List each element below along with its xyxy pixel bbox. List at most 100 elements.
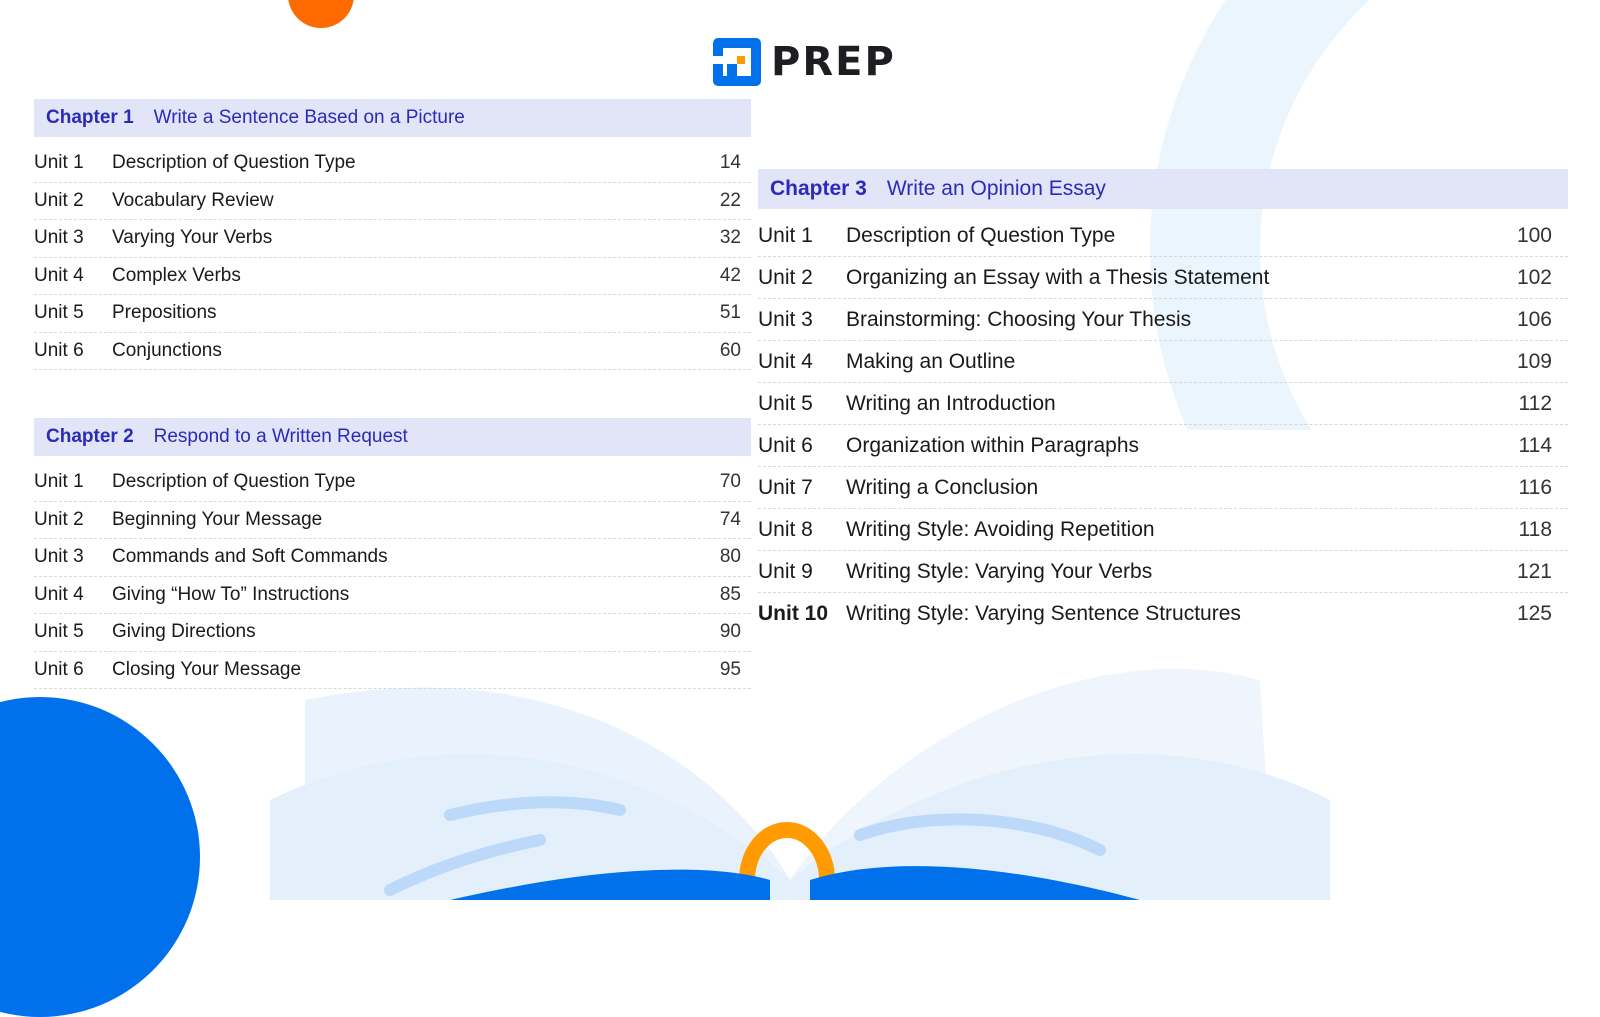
toc-row[interactable]: Unit 2 Organizing an Essay with a Thesis … <box>758 257 1568 299</box>
chapter-title: Respond to a Written Request <box>153 426 408 447</box>
prep-logo-icon <box>713 38 761 86</box>
toc-row[interactable]: Unit 4 Giving “How To” Instructions 85 <box>34 577 751 614</box>
decorative-blue-circle <box>0 697 200 1017</box>
toc-row[interactable]: Unit 3 Brainstorming: Choosing Your Thesi… <box>758 299 1568 341</box>
chapter-header: Chapter 2 Respond to a Written Request <box>34 418 751 456</box>
unit-label: Unit 1 <box>34 152 84 174</box>
page-number: 109 <box>1516 349 1552 373</box>
unit-label: Unit 2 <box>34 508 84 530</box>
unit-label: Unit 2 <box>758 265 813 289</box>
unit-label: Unit 4 <box>34 264 84 286</box>
toc-row[interactable]: Unit 5 Giving Directions 90 <box>34 614 751 652</box>
unit-title: Organizing an Essay with a Thesis Statem… <box>846 265 1270 289</box>
page-number: 106 <box>1516 307 1552 331</box>
unit-title: Commands and Soft Commands <box>112 546 388 568</box>
unit-title: Writing an Introduction <box>846 391 1056 415</box>
chapter-header: Chapter 3 Write an Opinion Essay <box>758 169 1568 209</box>
toc-row[interactable]: Unit 3 Commands and Soft Commands 80 <box>34 539 751 577</box>
toc-row[interactable]: Unit 1 Description of Question Type 100 <box>758 215 1568 257</box>
toc-row[interactable]: Unit 4 Making an Outline 109 <box>758 341 1568 383</box>
unit-label: Unit 7 <box>758 475 813 499</box>
unit-title: Beginning Your Message <box>112 508 323 530</box>
chapter-label: Chapter 1 <box>46 107 134 128</box>
page-number: 70 <box>719 471 741 493</box>
page-number: 100 <box>1516 223 1552 247</box>
unit-title: Closing Your Message <box>112 658 302 680</box>
unit-label: Unit 10 <box>758 601 829 625</box>
toc-row[interactable]: Unit 3 Varying Your Verbs 32 <box>34 220 751 258</box>
page-number: 74 <box>719 508 741 530</box>
page-number: 22 <box>719 189 741 211</box>
chapter-2-section: Chapter 2 Respond to a Written Request U… <box>34 418 751 689</box>
toc-row[interactable]: Unit 7 Writing a Conclusion 116 <box>758 467 1568 509</box>
unit-label: Unit 6 <box>34 339 84 361</box>
page-number: 118 <box>1518 517 1552 541</box>
page-number: 42 <box>719 264 741 286</box>
unit-title: Writing Style: Avoiding Repetition <box>846 517 1155 541</box>
unit-title: Giving Directions <box>112 621 256 643</box>
unit-label: Unit 5 <box>34 621 84 643</box>
chapter-1-section: Chapter 1 Write a Sentence Based on a Pi… <box>34 99 751 370</box>
toc-row[interactable]: Unit 6 Conjunctions 60 <box>34 333 751 370</box>
page-number: 14 <box>719 152 741 174</box>
unit-title: Writing a Conclusion <box>846 475 1039 499</box>
page-number: 32 <box>719 227 741 249</box>
chapter-title: Write an Opinion Essay <box>886 177 1106 200</box>
unit-title: Writing Style: Varying Sentence Structur… <box>846 601 1241 625</box>
chapter-3-section: Chapter 3 Write an Opinion Essay Unit 1 D… <box>758 169 1568 634</box>
prep-logo[interactable]: PREP <box>711 36 896 88</box>
unit-label: Unit 1 <box>34 471 84 493</box>
unit-title: Giving “How To” Instructions <box>112 583 350 605</box>
brand-name: PREP <box>771 39 896 85</box>
toc-row[interactable]: Unit 6 Closing Your Message 95 <box>34 652 751 689</box>
toc-row[interactable]: Unit 5 Writing an Introduction 112 <box>758 383 1568 425</box>
page-number: 95 <box>719 658 741 680</box>
toc-row[interactable]: Unit 10 Writing Style: Varying Sentence S… <box>758 593 1568 634</box>
page-number: 112 <box>1518 391 1552 415</box>
unit-label: Unit 3 <box>758 307 813 331</box>
unit-title: Varying Your Verbs <box>112 227 273 249</box>
toc-row[interactable]: Unit 1 Description of Question Type 70 <box>34 464 751 502</box>
page-number: 85 <box>719 583 741 605</box>
unit-title: Description of Question Type <box>112 152 356 174</box>
page-number: 114 <box>1518 433 1552 457</box>
page-number: 90 <box>719 621 741 643</box>
unit-title: Prepositions <box>112 302 217 324</box>
unit-label: Unit 4 <box>758 349 813 373</box>
toc-row[interactable]: Unit 9 Writing Style: Varying Your Verbs 1… <box>758 551 1568 593</box>
unit-label: Unit 5 <box>34 302 84 324</box>
unit-label: Unit 6 <box>758 433 813 457</box>
unit-title: Brainstorming: Choosing Your Thesis <box>846 307 1192 331</box>
unit-title: Vocabulary Review <box>112 189 274 211</box>
page-number: 116 <box>1518 475 1552 499</box>
page-number: 51 <box>719 302 741 324</box>
toc-row[interactable]: Unit 2 Beginning Your Message 74 <box>34 502 751 539</box>
decorative-orange-circle <box>288 0 354 28</box>
unit-label: Unit 6 <box>34 658 84 680</box>
unit-title: Organization within Paragraphs <box>846 433 1139 457</box>
toc-row[interactable]: Unit 1 Description of Question Type 14 <box>34 145 751 183</box>
page-number: 121 <box>1516 559 1552 583</box>
unit-title: Making an Outline <box>846 349 1016 373</box>
chapter-header: Chapter 1 Write a Sentence Based on a Pi… <box>34 99 751 137</box>
unit-label: Unit 9 <box>758 559 813 583</box>
unit-title: Writing Style: Varying Your Verbs <box>846 559 1153 583</box>
unit-label: Unit 2 <box>34 189 84 211</box>
page-number: 125 <box>1516 601 1552 625</box>
toc-row[interactable]: Unit 5 Prepositions 51 <box>34 295 751 333</box>
unit-label: Unit 4 <box>34 583 84 605</box>
chapter-title: Write a Sentence Based on a Picture <box>153 107 465 128</box>
chapter-label: Chapter 3 <box>770 177 867 200</box>
unit-title: Complex Verbs <box>112 264 241 286</box>
toc-row[interactable]: Unit 2 Vocabulary Review 22 <box>34 183 751 220</box>
unit-label: Unit 3 <box>34 227 84 249</box>
toc-row[interactable]: Unit 8 Writing Style: Avoiding Repetition… <box>758 509 1568 551</box>
page-number: 80 <box>719 546 741 568</box>
unit-title: Description of Question Type <box>112 471 356 493</box>
page-number: 60 <box>719 339 741 361</box>
unit-label: Unit 5 <box>758 391 813 415</box>
unit-label: Unit 8 <box>758 517 813 541</box>
toc-row[interactable]: Unit 6 Organization within Paragraphs 114 <box>758 425 1568 467</box>
toc-row[interactable]: Unit 4 Complex Verbs 42 <box>34 258 751 295</box>
unit-title: Description of Question Type <box>846 223 1116 247</box>
